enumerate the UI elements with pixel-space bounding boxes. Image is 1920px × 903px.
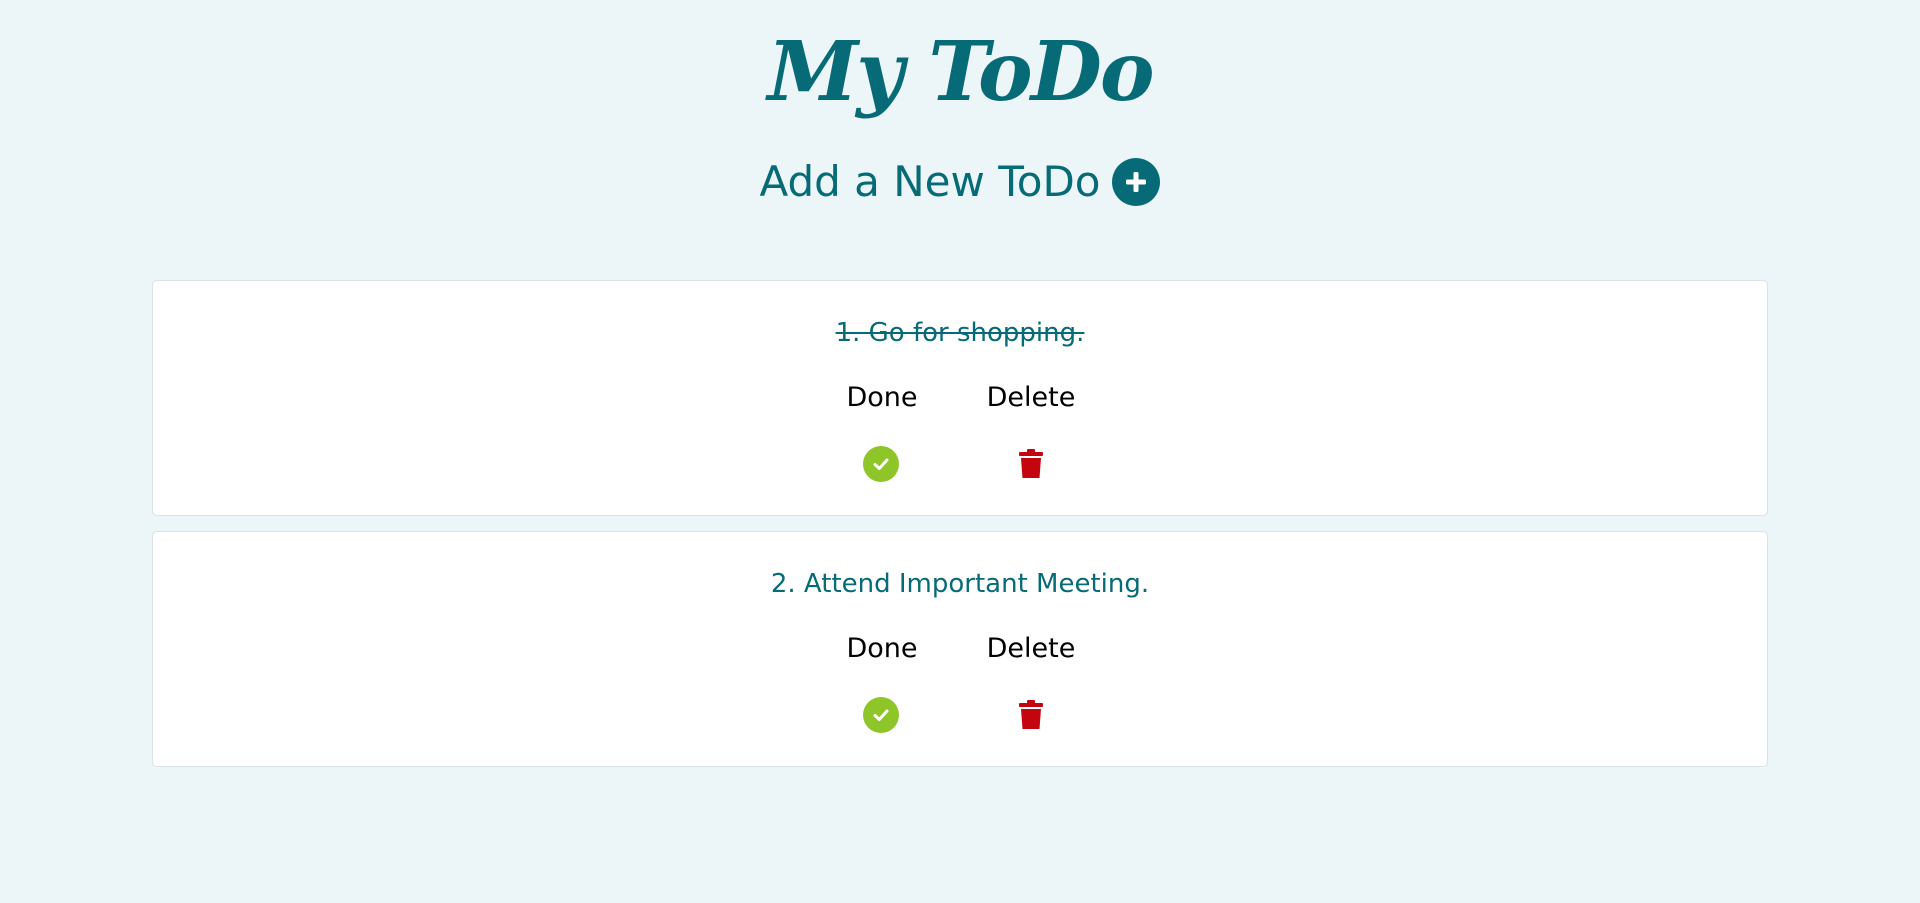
done-label: Done [846, 382, 918, 413]
todo-item: 2. Attend Important Meeting. Done Delete [152, 531, 1768, 767]
plus-icon [1126, 172, 1147, 192]
delete-button[interactable] [1016, 698, 1046, 732]
todo-text: 2. Attend Important Meeting. [770, 569, 1150, 599]
trash-icon [1019, 449, 1043, 478]
add-todo-row: Add a New ToDo [0, 152, 1920, 212]
done-label: Done [846, 633, 918, 664]
done-button[interactable] [863, 446, 899, 482]
page-title: My ToDo [767, 24, 1154, 120]
delete-label: Delete [986, 633, 1076, 664]
delete-label: Delete [986, 382, 1076, 413]
delete-button[interactable] [1016, 447, 1046, 481]
check-icon [873, 458, 889, 470]
add-todo-label: Add a New ToDo [759, 157, 1101, 206]
todo-item: 1. Go for shopping. Done Delete [152, 280, 1768, 516]
done-button[interactable] [863, 697, 899, 733]
todo-text: 1. Go for shopping. [835, 318, 1085, 348]
check-icon [873, 709, 889, 721]
add-todo-button[interactable] [1112, 158, 1161, 206]
trash-icon [1019, 700, 1043, 729]
